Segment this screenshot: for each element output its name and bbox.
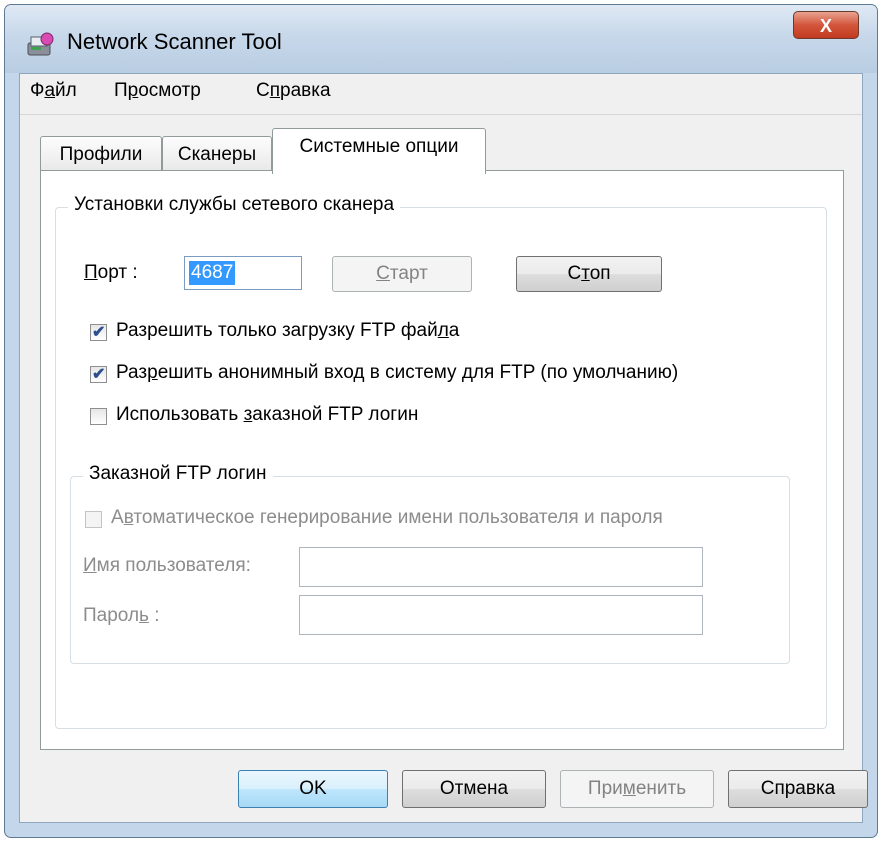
allow-ftp-upload-only-checkbox[interactable]: ✔ — [90, 324, 107, 341]
stop-button[interactable]: Стоп — [516, 256, 662, 292]
username-label-rest: мя пользователя: — [96, 555, 251, 576]
start-accel: С — [376, 263, 390, 284]
username-input[interactable] — [299, 547, 703, 587]
menu-view[interactable]: Просмотр — [114, 80, 201, 102]
ok-button[interactable]: OK — [238, 770, 388, 808]
port-value: 4687 — [189, 261, 236, 285]
tab-strip: Профили Сканеры Системные опции — [20, 128, 862, 174]
menu-file-label-post: йл — [55, 80, 77, 101]
client-area: Файл Просмотр Справка Профили Сканеры Си… — [19, 73, 868, 823]
window-title: Network Scanner Tool — [67, 29, 282, 54]
auto-generate-credentials-label: Автоматическое генерирование имени польз… — [111, 507, 663, 529]
auto-generate-credentials-checkbox[interactable] — [85, 511, 102, 528]
scanner-app-icon — [27, 32, 54, 56]
cb3-accel: з — [243, 404, 253, 425]
password-label: Пароль : — [83, 605, 160, 627]
cb3-label-post: аказной FTP логин — [252, 404, 419, 425]
checkmark-icon: ✔ — [92, 324, 106, 341]
cb1-label-post: а — [448, 320, 460, 341]
cancel-button[interactable]: Отмена — [402, 770, 546, 808]
use-custom-ftp-login-label: Использовать заказной FTP логин — [116, 404, 418, 426]
close-icon[interactable]: X — [793, 11, 859, 39]
allow-anonymous-ftp-checkbox[interactable]: ✔ — [90, 366, 107, 383]
menu-help-label-post: равка — [280, 80, 331, 101]
password-label-post: : — [148, 605, 160, 626]
apply-label-post: енить — [635, 778, 687, 799]
cb2-label-post: ешить анонимный вход в систему для FTP (… — [157, 362, 679, 383]
tab-system-options[interactable]: Системные опции — [272, 128, 486, 174]
start-label: тарт — [389, 263, 428, 284]
cb2-label-pre: Раз — [116, 362, 148, 383]
cb2-accel: р — [147, 362, 158, 383]
auto-accel: в — [123, 507, 134, 528]
service-settings-group: Установки службы сетевого сканера Порт :… — [55, 194, 827, 729]
menu-file-label-pre: Ф — [30, 80, 45, 101]
title-bar[interactable]: Network Scanner Tool X — [5, 5, 877, 73]
use-custom-ftp-login-checkbox[interactable] — [90, 408, 107, 425]
custom-ftp-login-group: Заказной FTP логин Автоматическое генери… — [70, 463, 790, 664]
checkmark-icon: ✔ — [92, 366, 106, 383]
password-input[interactable] — [299, 595, 703, 635]
cb3-label-pre: Использовать — [116, 404, 244, 425]
menu-help[interactable]: Справка — [256, 80, 331, 102]
password-label-pre: Парол — [83, 605, 140, 626]
auto-label-post: томатическое генерирование имени пользов… — [133, 507, 663, 528]
menu-help-accel: п — [269, 80, 281, 101]
menu-view-accel: р — [127, 80, 139, 101]
stop-label-pre: С — [567, 263, 582, 284]
service-group-title: Установки службы сетевого сканера — [68, 194, 401, 216]
password-accel: ь — [139, 605, 149, 626]
port-label-accel: П — [84, 262, 98, 283]
apply-button[interactable]: Применить — [560, 770, 714, 808]
tab-profiles[interactable]: Профили — [40, 136, 162, 172]
menu-view-label-pre: П — [114, 80, 128, 101]
cb1-accel: л — [437, 320, 449, 341]
port-label: Порт : — [84, 262, 138, 284]
username-label: Имя пользователя: — [83, 555, 251, 577]
menu-bar: Файл Просмотр Справка — [20, 74, 862, 115]
menu-file-accel: а — [44, 80, 56, 101]
menu-file[interactable]: Файл — [30, 80, 77, 102]
system-options-panel: Установки службы сетевого сканера Порт :… — [40, 170, 844, 750]
apply-accel: м — [622, 778, 636, 799]
stop-accel: т — [581, 263, 590, 284]
apply-label-pre: При — [587, 778, 623, 799]
custom-group-title: Заказной FTP логин — [83, 463, 273, 485]
auto-label-pre: А — [111, 507, 124, 528]
tab-scanners[interactable]: Сканеры — [162, 136, 272, 172]
dialog-window: Network Scanner Tool X Файл Просмотр Спр… — [4, 4, 878, 838]
allow-anonymous-ftp-label: Разрешить анонимный вход в систему для F… — [116, 362, 678, 384]
port-label-rest: орт : — [97, 262, 138, 283]
port-input[interactable]: 4687 — [184, 256, 302, 290]
stop-label-post: оп — [589, 263, 611, 284]
allow-ftp-upload-only-label: Разрешить только загрузку FTP файла — [116, 320, 459, 342]
cb1-label-pre: Разрешить только загрузку FTP фай — [116, 320, 438, 341]
start-button[interactable]: Старт — [332, 256, 472, 292]
username-accel: И — [83, 555, 97, 576]
help-button[interactable]: Справка — [728, 770, 868, 808]
menu-help-label-pre: С — [256, 80, 270, 101]
menu-view-label-post: осмотр — [138, 80, 201, 101]
